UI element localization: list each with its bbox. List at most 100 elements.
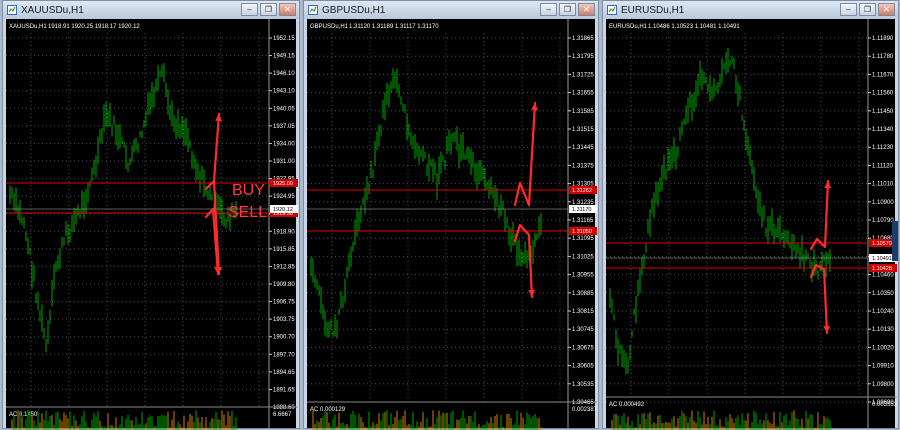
price-axis-label: 1.30675 — [572, 345, 594, 351]
restore-button[interactable]: ❐ — [260, 3, 277, 16]
current-price-tag-text: 1.10491 — [872, 256, 892, 262]
window-titlebar[interactable]: EURUSDu,H1 – ❐ ✕ — [603, 1, 898, 19]
price-axis-label: 1943.10 — [273, 89, 295, 95]
price-axis-label: 1.09800 — [872, 382, 894, 388]
close-button[interactable]: ✕ — [578, 3, 595, 16]
price-axis-label: 1.10020 — [872, 345, 894, 351]
price-axis-label: 1.11010 — [872, 182, 894, 188]
chart-canvas[interactable]: GBPUSDu,H1 1.31120 1.31189 1.31117 1.311… — [307, 19, 597, 430]
window-titlebar[interactable]: XAUUSDu,H1 – ❐ ✕ — [3, 1, 299, 19]
close-button[interactable]: ✕ — [279, 3, 296, 16]
window-title: XAUUSDu,H1 — [21, 4, 84, 16]
price-axis-label: 1.31585 — [572, 109, 594, 115]
price-axis-label: 1.11450 — [872, 109, 894, 115]
price-axis-label: 1.31725 — [572, 72, 594, 78]
price-axis-label: 1.31025 — [572, 254, 594, 260]
sell-arrow-down — [809, 263, 829, 335]
price-axis-label: 1.11670 — [872, 72, 894, 78]
price-axis-label: 1.30885 — [572, 291, 594, 297]
price-axis-label: 1897.70 — [273, 352, 295, 358]
price-axis-label: 1.31655 — [572, 91, 594, 97]
price-axis-label: 1909.80 — [273, 282, 295, 288]
price-axis-label: 1.11230 — [872, 145, 894, 151]
price-chart-xauusd[interactable]: XAUUSDu,H1 1918.91 1920.25 1918.17 1920.… — [6, 19, 298, 430]
price-axis-label: 1952.15 — [273, 36, 295, 42]
price-axis-label: 1.10460 — [872, 273, 894, 279]
chart-header-symbol: EURUSDu,H1 — [609, 24, 648, 30]
chart-canvas[interactable]: EURUSDu,H1 1.10486 1.10523 1.10481 1.104… — [606, 19, 897, 430]
price-axis-label: 1918.90 — [273, 229, 295, 235]
price-axis-label: 1906.75 — [273, 300, 295, 306]
chart-window-icon — [308, 5, 318, 15]
price-axis-label: 1.31095 — [572, 236, 594, 242]
restore-button[interactable]: ❐ — [559, 3, 576, 16]
price-axis-label: 1.09910 — [872, 364, 894, 370]
price-axis-label: 1.30955 — [572, 273, 594, 279]
price-axis-label: 1.11780 — [872, 54, 894, 60]
price-axis-label: 1891.65 — [273, 387, 295, 393]
price-axis-label: 1.31865 — [572, 36, 594, 42]
price-axis-label: 1888.60 — [273, 405, 295, 411]
sell-arrow-down-head — [528, 289, 536, 297]
price-axis-label: 1.30815 — [572, 309, 594, 315]
chart-window-eurusd[interactable]: EURUSDu,H1 – ❐ ✕ EURUSDu,H1 1.10486 1.10… — [602, 0, 899, 430]
annotation-sell: SELL — [228, 204, 267, 221]
price-axis-label: 1.30745 — [572, 327, 594, 333]
current-price-tag-text: 1.31170 — [572, 207, 591, 213]
minimize-button[interactable]: – — [241, 3, 258, 16]
price-axis-label: 1.31795 — [572, 54, 594, 60]
buy-price-tag-text: 1.31262 — [572, 188, 592, 194]
window-titlebar[interactable]: GBPUSDu,H1 – ❐ ✕ — [304, 1, 598, 19]
chart-window-icon — [7, 5, 17, 15]
chart-grid — [307, 33, 568, 403]
price-axis-label: 1940.05 — [273, 106, 295, 112]
chart-window-gbpusd[interactable]: GBPUSDu,H1 – ❐ ✕ GBPUSDu,H1 1.31120 1.31… — [303, 0, 599, 430]
price-axis-label: 1.31445 — [572, 145, 594, 151]
price-axis-label: 1937.05 — [273, 124, 295, 130]
price-axis-label: 1.31375 — [572, 163, 594, 169]
chart-canvas[interactable]: XAUUSDu,H1 1918.91 1920.25 1918.17 1920.… — [6, 19, 298, 430]
minimize-button[interactable]: – — [540, 3, 557, 16]
buy-price-tag-text: 1.10570 — [872, 241, 892, 247]
restore-button[interactable]: ❐ — [859, 3, 876, 16]
chart-header-ohlc: 1.31120 1.31189 1.31117 1.31170 — [349, 24, 439, 30]
price-axis-label: 1924.95 — [273, 194, 295, 200]
price-axis-label: 1931.00 — [273, 159, 295, 165]
price-chart-gbpusd[interactable]: GBPUSDu,H1 1.31120 1.31189 1.31117 1.311… — [307, 19, 597, 430]
current-price-tag-text: 1920.12 — [273, 207, 293, 213]
buy-arrow-up — [204, 112, 221, 191]
price-axis-label: 1.10900 — [872, 200, 894, 206]
chart-window-xauusd[interactable]: XAUUSDu,H1 – ❐ ✕ XAUUSDu,H1 1918.91 1920… — [2, 0, 300, 430]
sell-price-tag-text: 1.10428 — [872, 266, 892, 272]
price-axis-label: 1.10240 — [872, 309, 894, 315]
annotation-buy: BUY — [232, 182, 265, 199]
chart-header-symbol: XAUUSDu,H1 — [9, 24, 47, 30]
ac-indicator-value: 0.0035532 — [872, 402, 897, 408]
price-axis-label: 1903.75 — [273, 317, 295, 323]
price-axis-label: 1.10350 — [872, 291, 894, 297]
window-title: GBPUSDu,H1 — [322, 4, 386, 16]
price-axis-label: 1.30605 — [572, 364, 594, 370]
chart-header-ohlc: 1.10486 1.10523 1.10481 1.10491 — [648, 24, 740, 30]
chart-grid — [606, 33, 868, 403]
price-chart-eurusd[interactable]: EURUSDu,H1 1.10486 1.10523 1.10481 1.104… — [606, 19, 897, 430]
chart-header-ohlc: 1918.91 1920.25 1918.17 1920.12 — [48, 24, 140, 30]
price-axis-label: 1949.15 — [273, 54, 295, 60]
price-axis-label: 1.10130 — [872, 327, 894, 333]
window-title: EURUSDu,H1 — [621, 4, 685, 16]
sell-arrow-down-head — [823, 325, 831, 333]
scroll-grip[interactable] — [892, 221, 898, 261]
price-axis-label: 1.31165 — [572, 218, 594, 224]
price-axis-label: 1946.10 — [273, 71, 295, 77]
price-axis-label: 1915.85 — [273, 247, 295, 253]
buy-price-tag-text: 1925.00 — [273, 181, 293, 187]
buy-arrow-up-head — [824, 181, 832, 189]
price-axis-label: 1.10790 — [872, 218, 894, 224]
price-axis-label: 1.11340 — [872, 127, 894, 133]
price-axis-label: 1.11560 — [872, 91, 894, 97]
price-axis-label: 1.11120 — [872, 163, 893, 169]
close-button[interactable]: ✕ — [878, 3, 895, 16]
buy-arrow-up — [809, 179, 830, 251]
price-axis-label: 1.31515 — [572, 127, 594, 133]
minimize-button[interactable]: – — [840, 3, 857, 16]
